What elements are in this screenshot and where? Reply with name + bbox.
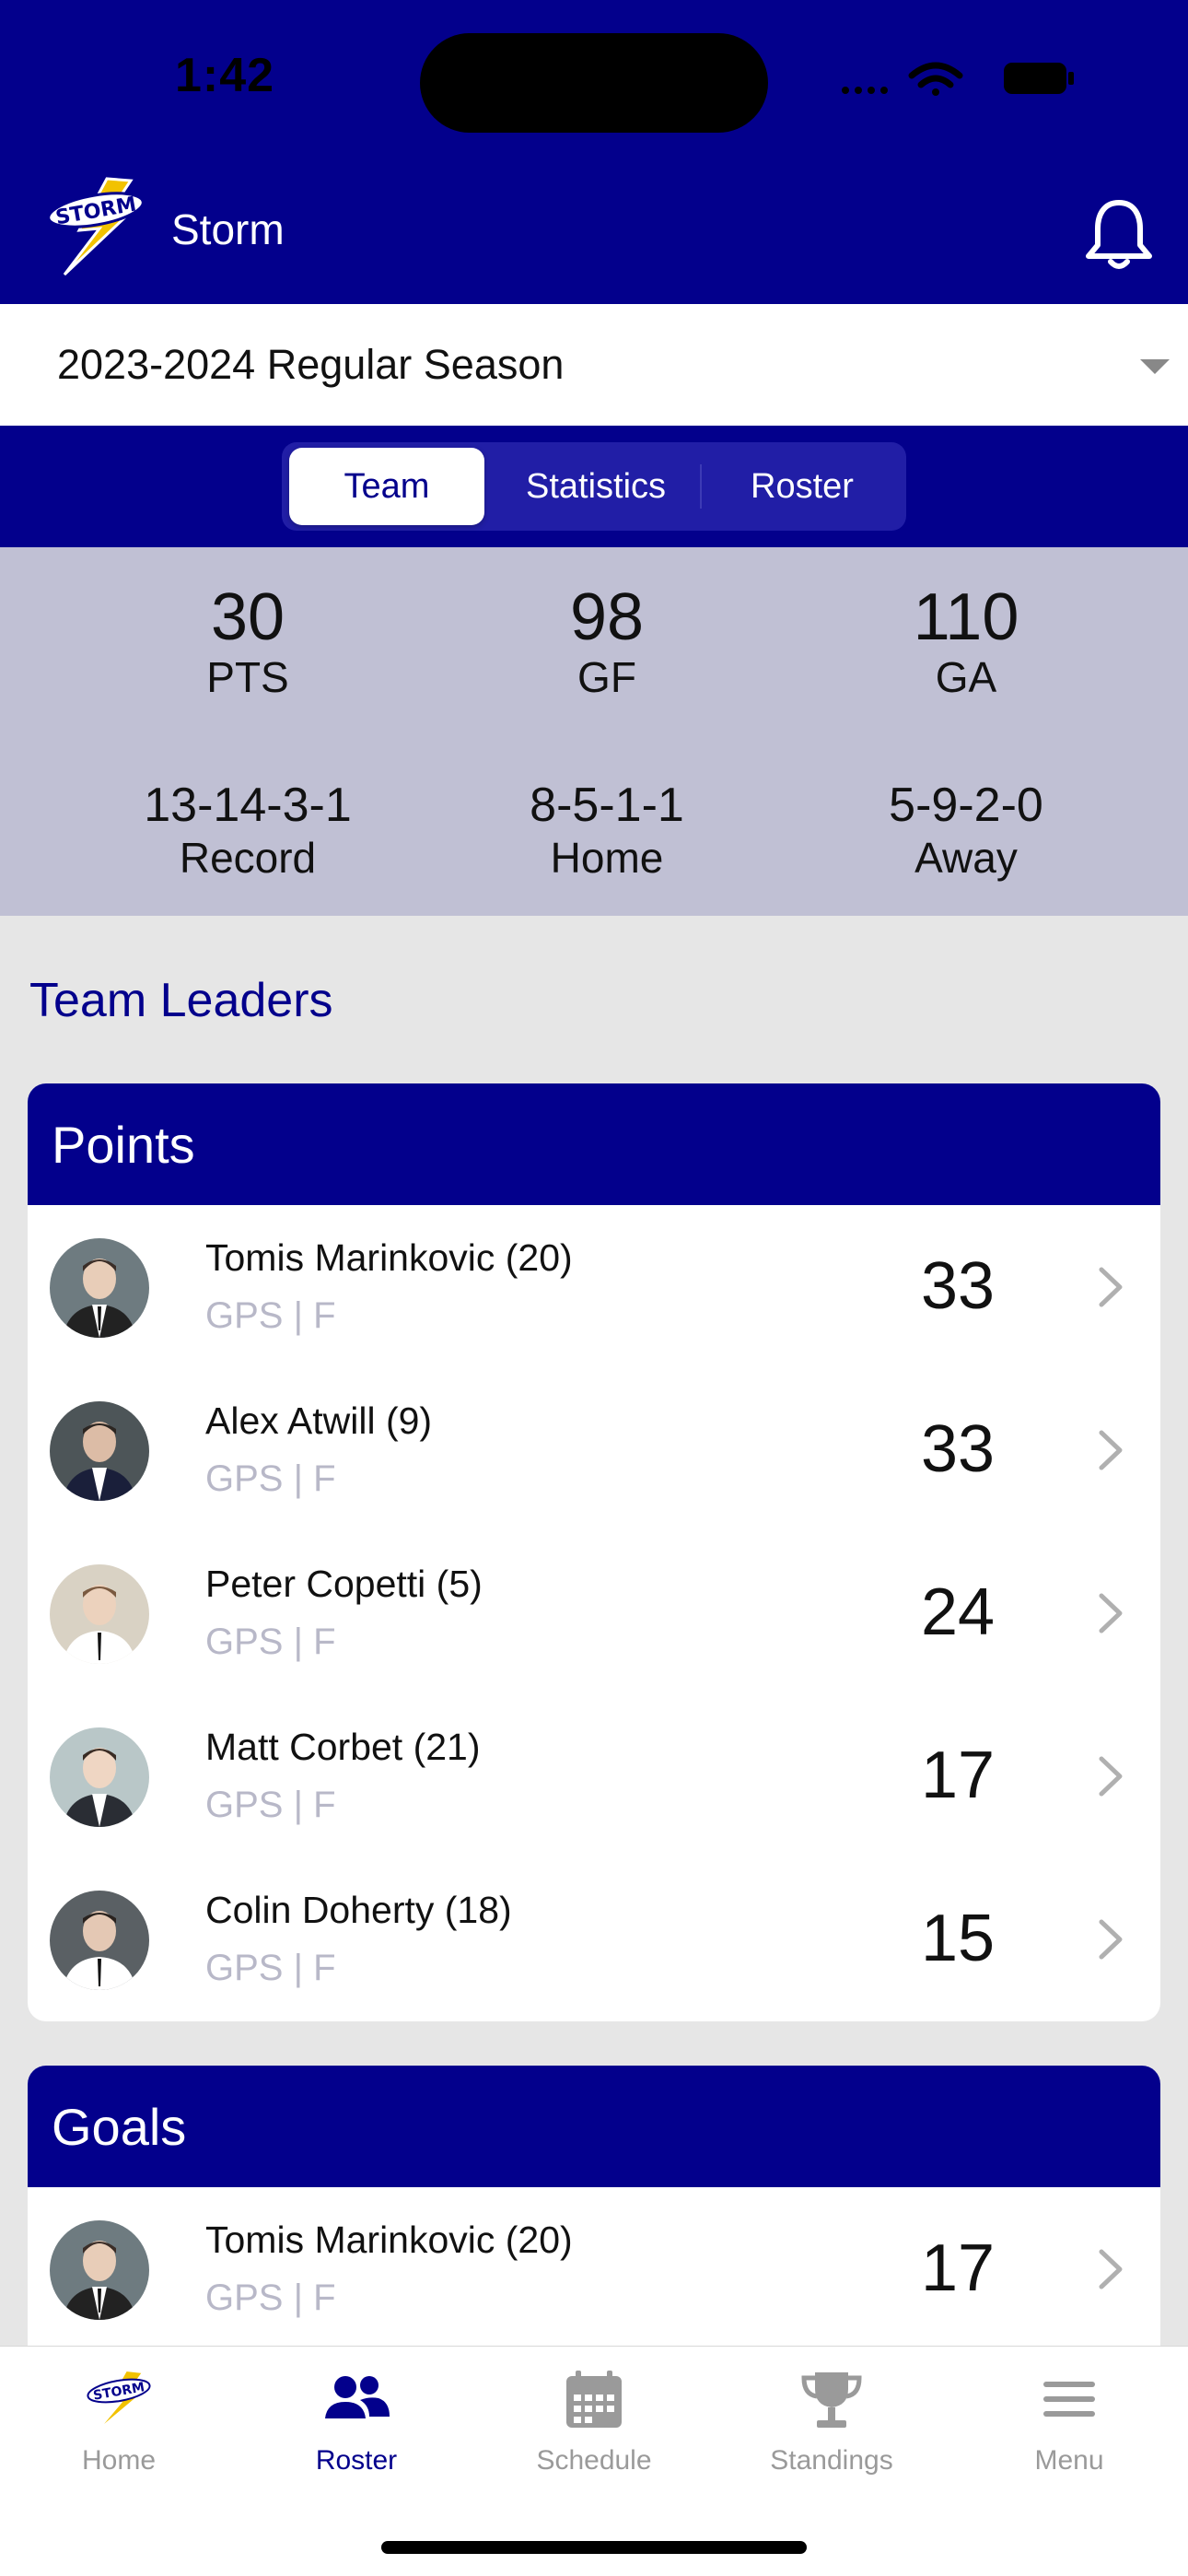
stat-home-value: 8-5-1-1	[530, 779, 684, 832]
dynamic-island	[420, 33, 768, 133]
stat-home: 8-5-1-1 Home	[427, 781, 786, 879]
player-stat-value: 33	[920, 1249, 996, 1323]
stat-gf: 98 GF	[427, 584, 786, 698]
list-item[interactable]: Tomis Marinkovic (20) GPS | F 17	[28, 2187, 1160, 2350]
list-item[interactable]: Matt Corbet (21) GPS | F 17	[28, 1694, 1160, 1857]
tab-home[interactable]: STORM Home	[0, 2369, 238, 2476]
top-bar: 1:42 STORM Storm	[0, 0, 1188, 304]
tab-statistics[interactable]: Statistics	[499, 442, 693, 531]
player-name: Tomis Marinkovic (20)	[205, 1236, 573, 1279]
list-item[interactable]: Peter Copetti (5) GPS | F 24	[28, 1531, 1160, 1694]
player-stat-value: 15	[920, 1902, 996, 1975]
player-meta: GPS | F	[205, 2277, 336, 2318]
player-stat-value: 24	[920, 1575, 996, 1649]
player-meta: GPS | F	[205, 1622, 336, 1662]
storm-logo-icon: STORM	[87, 2369, 151, 2432]
stat-ga-value: 110	[913, 580, 1019, 654]
team-summary: 30 PTS 98 GF 110 GA 13-14-3-1 Record 8-5…	[0, 547, 1188, 916]
player-meta: GPS | F	[205, 1458, 336, 1499]
status-time: 1:42	[175, 49, 275, 102]
list-item[interactable]: Colin Doherty (18) GPS | F 15	[28, 1857, 1160, 2020]
stat-gf-label: GF	[577, 653, 636, 701]
stat-away: 5-9-2-0 Away	[786, 781, 1146, 879]
app-title: Storm	[171, 205, 285, 253]
player-stat-value: 17	[920, 2231, 996, 2305]
stat-record: 13-14-3-1 Record	[68, 781, 427, 879]
stat-pts-value: 30	[210, 580, 285, 654]
chevron-right-icon	[1099, 1267, 1123, 1307]
player-stat-value: 17	[920, 1739, 996, 1812]
battery-icon	[1004, 63, 1074, 94]
player-name: Colin Doherty (18)	[205, 1889, 512, 1931]
avatar	[50, 1401, 149, 1501]
tab-schedule[interactable]: Schedule	[475, 2369, 713, 2476]
tab-standings-label: Standings	[770, 2445, 893, 2476]
avatar	[50, 1891, 149, 1990]
signal-icon	[842, 87, 888, 94]
points-card-title: Points	[28, 1083, 1160, 1205]
stat-record-value: 13-14-3-1	[144, 779, 352, 832]
status-icons	[842, 62, 1074, 96]
player-name: Matt Corbet (21)	[205, 1726, 481, 1768]
stat-gf-value: 98	[569, 580, 645, 654]
hamburger-icon	[1043, 2382, 1095, 2417]
player-name: Tomis Marinkovic (20)	[205, 2219, 573, 2261]
tab-team[interactable]: Team	[289, 448, 484, 525]
stat-away-value: 5-9-2-0	[889, 779, 1043, 832]
season-dropdown[interactable]: 2023-2024 Regular Season	[0, 304, 1188, 426]
season-label: 2023-2024 Regular Season	[57, 341, 565, 388]
team-leaders-title: Team Leaders	[29, 974, 333, 1027]
people-icon	[325, 2376, 390, 2418]
chevron-right-icon	[1099, 2249, 1123, 2289]
chevron-right-icon	[1099, 1430, 1123, 1470]
tab-standings[interactable]: Standings	[713, 2369, 950, 2476]
stat-home-label: Home	[550, 834, 664, 882]
storm-logo-icon[interactable]: STORM	[42, 175, 151, 276]
trophy-icon	[801, 2372, 862, 2428]
player-stat-value: 33	[920, 1412, 996, 1486]
chevron-right-icon	[1099, 1919, 1123, 1960]
segmented-control: Team Statistics Roster	[282, 442, 906, 531]
stat-pts: 30 PTS	[68, 584, 427, 698]
calendar-icon	[566, 2371, 622, 2428]
chevron-right-icon	[1099, 1593, 1123, 1633]
avatar	[50, 1238, 149, 1338]
chevron-down-icon	[1140, 359, 1170, 374]
player-meta: GPS | F	[205, 1948, 336, 1988]
home-indicator[interactable]	[381, 2541, 807, 2554]
stat-ga-label: GA	[935, 653, 997, 701]
avatar	[50, 2220, 149, 2320]
stat-pts-label: PTS	[206, 653, 289, 701]
wifi-icon	[908, 62, 963, 96]
avatar	[50, 1727, 149, 1827]
tab-schedule-label: Schedule	[536, 2445, 652, 2476]
player-name: Alex Atwill (9)	[205, 1399, 433, 1442]
tab-home-label: Home	[81, 2445, 157, 2476]
tab-roster-label: Roster	[315, 2445, 398, 2476]
avatar	[50, 1564, 149, 1664]
tab-roster[interactable]: Roster	[705, 442, 899, 531]
tab-divider	[700, 464, 702, 509]
bell-icon[interactable]	[1083, 197, 1155, 271]
player-meta: GPS | F	[205, 1295, 336, 1336]
goals-card-title: Goals	[28, 2066, 1160, 2187]
list-item[interactable]: Alex Atwill (9) GPS | F 33	[28, 1368, 1160, 1531]
stat-ga: 110 GA	[786, 584, 1146, 698]
stat-away-label: Away	[914, 834, 1018, 882]
list-item[interactable]: Tomis Marinkovic (20) GPS | F 33	[28, 1205, 1160, 1368]
player-name: Peter Copetti (5)	[205, 1563, 483, 1605]
tab-menu[interactable]: Menu	[950, 2369, 1188, 2476]
app-header: STORM Storm	[0, 166, 1188, 304]
points-card: Points Tomis Marinkovic (20) GPS | F 33 …	[28, 1083, 1160, 2021]
chevron-right-icon	[1099, 1756, 1123, 1797]
tab-roster-nav[interactable]: Roster	[238, 2369, 475, 2476]
tab-menu-label: Menu	[1034, 2445, 1104, 2476]
tab-band: Team Statistics Roster	[0, 426, 1188, 547]
stat-record-label: Record	[179, 834, 317, 882]
player-meta: GPS | F	[205, 1785, 336, 1825]
